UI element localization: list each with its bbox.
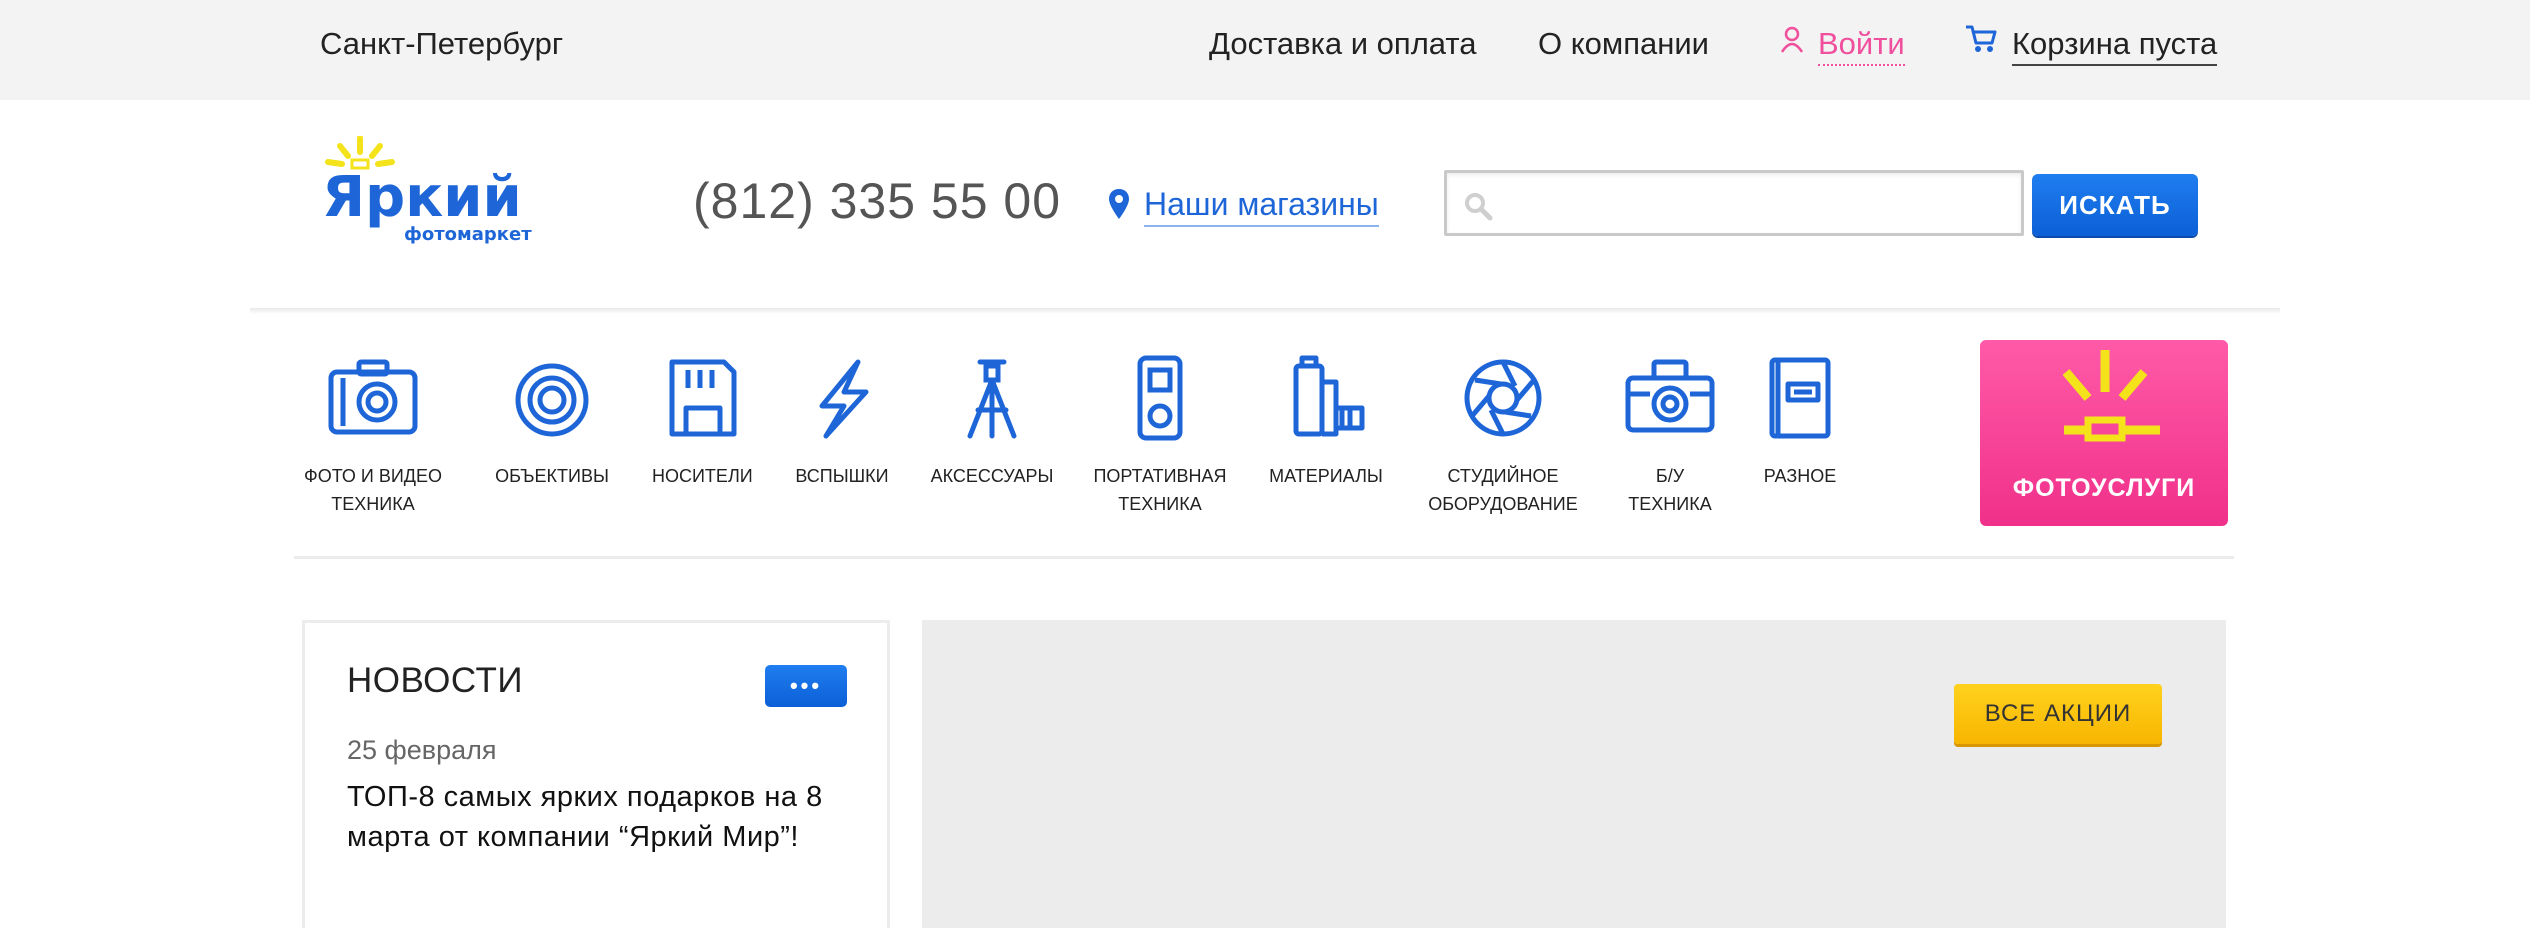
stores-link[interactable]: Наши магазины: [1108, 186, 1379, 227]
news-title: НОВОСТИ: [347, 661, 524, 700]
memory-card-icon: [669, 359, 737, 437]
stores-label: Наши магазины: [1144, 186, 1379, 227]
category-label: ФОТО И ВИДЕО ТЕХНИКА: [304, 466, 442, 514]
category-photo-video[interactable]: ФОТО И ВИДЕО ТЕХНИКА: [300, 348, 446, 518]
tripod-icon: [967, 359, 1017, 439]
sun-icon: [2062, 350, 2160, 442]
categories-divider: [294, 556, 2234, 559]
flash-icon: [819, 359, 869, 439]
cart-icon: [1966, 25, 1997, 52]
category-label: СТУДИЙНОЕ ОБОРУДОВАНИЕ: [1428, 466, 1578, 514]
category-label: РАЗНОЕ: [1763, 466, 1837, 486]
category-used[interactable]: Б/У ТЕХНИКА: [1618, 348, 1722, 518]
used-camera-icon: [1625, 359, 1715, 433]
news-date: 25 февраля: [347, 735, 497, 765]
search-field[interactable]: [1444, 170, 2024, 236]
category-label: МАТЕРИАЛЫ: [1269, 466, 1383, 486]
news-block: НОВОСТИ ••• 25 февраля ТОП-8 самых ярких…: [302, 620, 890, 928]
city-selector[interactable]: Санкт-Петербург: [320, 26, 563, 62]
header-divider: [250, 308, 2280, 314]
category-label: АКСЕССУАРЫ: [930, 466, 1054, 486]
news-more-button[interactable]: •••: [765, 665, 847, 707]
category-label: ВСПЫШКИ: [795, 466, 889, 486]
logo-subtext: фотомаркет: [404, 224, 532, 245]
all-promos-button[interactable]: ВСЕ АКЦИИ: [1954, 684, 2162, 744]
category-label: ОБЪЕКТИВЫ: [495, 466, 609, 486]
login-link[interactable]: Войти: [1780, 22, 1905, 66]
nav-company-link[interactable]: О компании: [1538, 26, 1709, 62]
category-portable[interactable]: ПОРТАТИВНАЯ ТЕХНИКА: [1090, 348, 1230, 518]
category-studio[interactable]: СТУДИЙНОЕ ОБОРУДОВАНИЕ: [1424, 348, 1582, 518]
film-icon: [1293, 355, 1365, 437]
phone-number[interactable]: (812) 335 55 00: [693, 172, 1061, 230]
top-bar: Санкт-Петербург Доставка и оплата О комп…: [0, 0, 2530, 100]
book-icon: [1769, 357, 1831, 439]
map-pin-icon: [1109, 189, 1129, 219]
category-lenses[interactable]: ОБЪЕКТИВЫ: [490, 348, 614, 490]
photo-services-tile[interactable]: ФОТОУСЛУГИ: [1980, 340, 2228, 526]
login-label: Войти: [1818, 26, 1905, 66]
media-player-icon: [1137, 355, 1183, 441]
cart-link[interactable]: Корзина пуста: [1964, 22, 2218, 66]
logo-text: Яркий: [322, 165, 522, 230]
category-misc[interactable]: РАЗНОЕ: [1750, 348, 1850, 490]
category-label: НОСИТЕЛИ: [652, 466, 753, 486]
search-button[interactable]: ИСКАТЬ: [2032, 174, 2198, 236]
brand-logo[interactable]: Яркий фотомаркет: [320, 136, 540, 246]
promo-banner[interactable]: [922, 620, 2226, 928]
nav-delivery-link[interactable]: Доставка и оплата: [1209, 26, 1476, 62]
category-materials[interactable]: МАТЕРИАЛЫ: [1268, 348, 1384, 490]
news-headline-link[interactable]: ТОП-8 самых ярких подарков на 8 марта от…: [347, 777, 867, 857]
camera-icon: [328, 359, 418, 435]
category-accessories[interactable]: АКСЕССУАРЫ: [930, 348, 1054, 490]
cart-label: Корзина пуста: [2012, 26, 2218, 66]
user-icon: [1780, 26, 1804, 53]
category-label: ПОРТАТИВНАЯ ТЕХНИКА: [1093, 466, 1227, 514]
lens-icon: [515, 363, 589, 437]
category-label: Б/У ТЕХНИКА: [1628, 466, 1712, 514]
search-input[interactable]: [1505, 181, 2005, 227]
search-icon: [1465, 193, 1493, 221]
category-flashes[interactable]: ВСПЫШКИ: [790, 348, 894, 490]
aperture-icon: [1464, 359, 1542, 437]
photo-services-label: ФОТОУСЛУГИ: [2012, 474, 2196, 502]
category-storage[interactable]: НОСИТЕЛИ: [652, 348, 753, 490]
